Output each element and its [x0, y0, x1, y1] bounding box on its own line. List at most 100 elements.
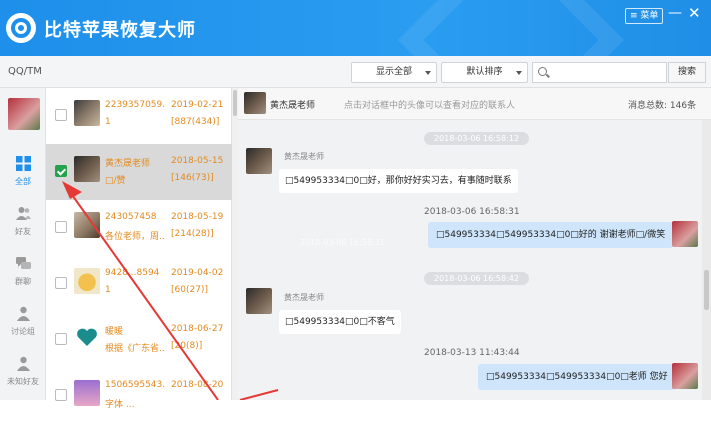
close-button[interactable]: ✕	[688, 5, 702, 21]
sender-avatar[interactable]	[246, 148, 272, 174]
sort-value: 默认排序	[466, 67, 503, 77]
chat-messages: 2018-03-06 16:58:12 黄杰晟老师 □549953334□0□好…	[238, 120, 702, 400]
nav-label: 好友	[15, 227, 31, 236]
search-box	[532, 62, 667, 83]
left-nav: 全部 好友 群聊 讨论组 未知好友	[0, 88, 46, 400]
contact-name: 黄杰晟老师	[105, 159, 151, 169]
contact-row[interactable]: 2239357059... 2019-02-21 1 [887(434)]	[46, 88, 232, 144]
contact-preview: 根据《广东省...	[105, 344, 165, 354]
contact-date: 2018-06-27	[171, 324, 224, 334]
contact-preview: □/赞	[105, 176, 126, 186]
app-title: 比特苹果恢复大师	[44, 20, 196, 41]
nav-label: 全部	[15, 177, 31, 186]
contact-row[interactable]: 9428...8594 2019-04-02 1 [60(27)]	[46, 256, 232, 312]
menu-button[interactable]: ≡ 菜单	[625, 8, 664, 24]
contact-preview: 1	[105, 285, 111, 295]
contact-row[interactable]: 1506595543... 2018-08-20 字体 ...	[46, 368, 232, 424]
message-time: 2018-03-13 11:43:44	[424, 348, 520, 358]
title-bar-decoration	[397, 0, 625, 56]
menu-label: 菜单	[640, 11, 659, 21]
nav-item-unknown[interactable]: 未知好友	[0, 350, 46, 394]
contact-avatar	[74, 380, 100, 406]
nav-item-all[interactable]: 全部	[0, 150, 46, 194]
filter-value: 显示全部	[375, 67, 412, 77]
nav-label: 讨论组	[11, 327, 35, 336]
search-icon	[538, 67, 547, 76]
self-avatar[interactable]	[672, 221, 698, 247]
nav-item-friends[interactable]: 好友	[0, 200, 46, 244]
contact-name: 243057458	[105, 212, 157, 222]
nav-item-groups[interactable]: 群聊	[0, 250, 46, 294]
chat-header: 黄杰晟老师 点击对话框中的头像可以查看对应的联系人 消息总数: 146条	[238, 88, 711, 120]
scrollbar-thumb[interactable]	[704, 270, 709, 310]
heart-avatar-icon	[74, 324, 100, 350]
minimize-button[interactable]: —	[668, 6, 682, 22]
contact-date: 2018-05-19	[171, 212, 224, 222]
contact-count: [60(27)]	[171, 285, 208, 295]
contact-date: 2019-04-02	[171, 268, 224, 278]
title-bar: 比特苹果恢复大师 ≡ 菜单 — ✕	[0, 0, 711, 56]
sort-dropdown[interactable]: 默认排序	[441, 62, 528, 83]
chat-contact-name: 黄杰晟老师	[270, 101, 316, 111]
nav-label: 未知好友	[7, 377, 39, 386]
app-logo-icon	[6, 13, 36, 43]
contact-name: 2239357059...	[105, 100, 165, 110]
timestamp-pill: 2018-03-06 16:58:42	[424, 272, 529, 285]
toolbar: QQ/TM 显示全部 默认排序 搜索	[0, 56, 711, 88]
account-label: QQ/TM	[8, 66, 42, 77]
message-time: 2018-03-06 16:58:31	[424, 207, 520, 217]
contact-avatar	[74, 212, 100, 238]
unknown-user-icon	[17, 356, 30, 371]
incoming-message: □549953334□0□不客气	[279, 310, 401, 334]
contact-list: 2239357059... 2019-02-21 1 [887(434)] 黄杰…	[46, 88, 232, 410]
chevron-down-icon	[425, 71, 431, 75]
contact-preview: 1	[105, 117, 111, 127]
contact-date: 2018-08-20	[171, 380, 224, 390]
contact-name: 暖暖	[105, 327, 124, 337]
chat-bubbles-icon	[16, 257, 31, 269]
chat-hint: 点击对话框中的头像可以查看对应的联系人	[344, 101, 516, 111]
contact-count: [887(434)]	[171, 117, 220, 127]
contact-checkbox[interactable]	[55, 333, 67, 345]
search-button[interactable]: 搜索	[668, 62, 706, 83]
incoming-message: □549953334□0□好，那你好好实习去，有事随时联系	[279, 169, 518, 193]
filter-dropdown[interactable]: 显示全部	[351, 62, 437, 83]
chevron-down-icon	[516, 71, 522, 75]
contact-checkbox[interactable]	[55, 389, 67, 401]
timestamp-pill: 2018-03-06 16:58:12	[424, 132, 529, 145]
contact-name: 1506595543...	[105, 380, 165, 390]
nav-label: 群聊	[15, 277, 31, 286]
self-avatar[interactable]	[672, 363, 698, 389]
outgoing-message: □549953334□549953334□0□老师 您好	[478, 364, 676, 390]
contact-row-selected[interactable]: 黄杰晟老师 2018-05-15 □/赞 [146(73)]	[46, 144, 232, 200]
contact-checkbox[interactable]	[55, 109, 67, 121]
search-input[interactable]	[551, 65, 661, 80]
chat-scrollbar[interactable]	[702, 120, 711, 400]
contact-row[interactable]: 243057458 2018-05-19 各位老师，周... [214(28)]	[46, 200, 232, 256]
contact-count: [146(73)]	[171, 173, 214, 183]
sender-avatar[interactable]	[246, 288, 272, 314]
chat-contact-avatar[interactable]	[244, 92, 266, 114]
outgoing-message: □549953334□549953334□0□好的 谢谢老师□/微笑	[428, 222, 674, 248]
contact-checkbox-checked[interactable]	[55, 165, 67, 177]
contact-avatar	[74, 100, 100, 126]
contact-checkbox[interactable]	[55, 221, 67, 233]
scrollbar-thumb[interactable]	[233, 90, 237, 116]
contact-date: 2019-02-21	[171, 100, 224, 110]
contact-avatar	[74, 268, 100, 294]
contact-name: 9428...8594	[105, 268, 160, 278]
contact-count: [214(28)]	[171, 229, 214, 239]
sender-name: 黄杰晟老师	[284, 152, 324, 161]
grid-icon	[16, 156, 31, 171]
contact-preview: 各位老师，周...	[105, 232, 165, 242]
friends-icon	[16, 207, 31, 220]
contact-row[interactable]: 暖暖 2018-06-27 根据《广东省... [20(8)]	[46, 312, 232, 368]
faint-timestamp: 2018-03-06 16:58:31	[300, 238, 385, 247]
contact-preview: 字体 ...	[105, 400, 135, 410]
nav-item-discussion[interactable]: 讨论组	[0, 300, 46, 344]
contact-count: [20(8)]	[171, 341, 203, 351]
contact-checkbox[interactable]	[55, 277, 67, 289]
user-avatar[interactable]	[8, 98, 40, 130]
group-icon	[17, 306, 30, 321]
contact-avatar	[74, 156, 100, 182]
